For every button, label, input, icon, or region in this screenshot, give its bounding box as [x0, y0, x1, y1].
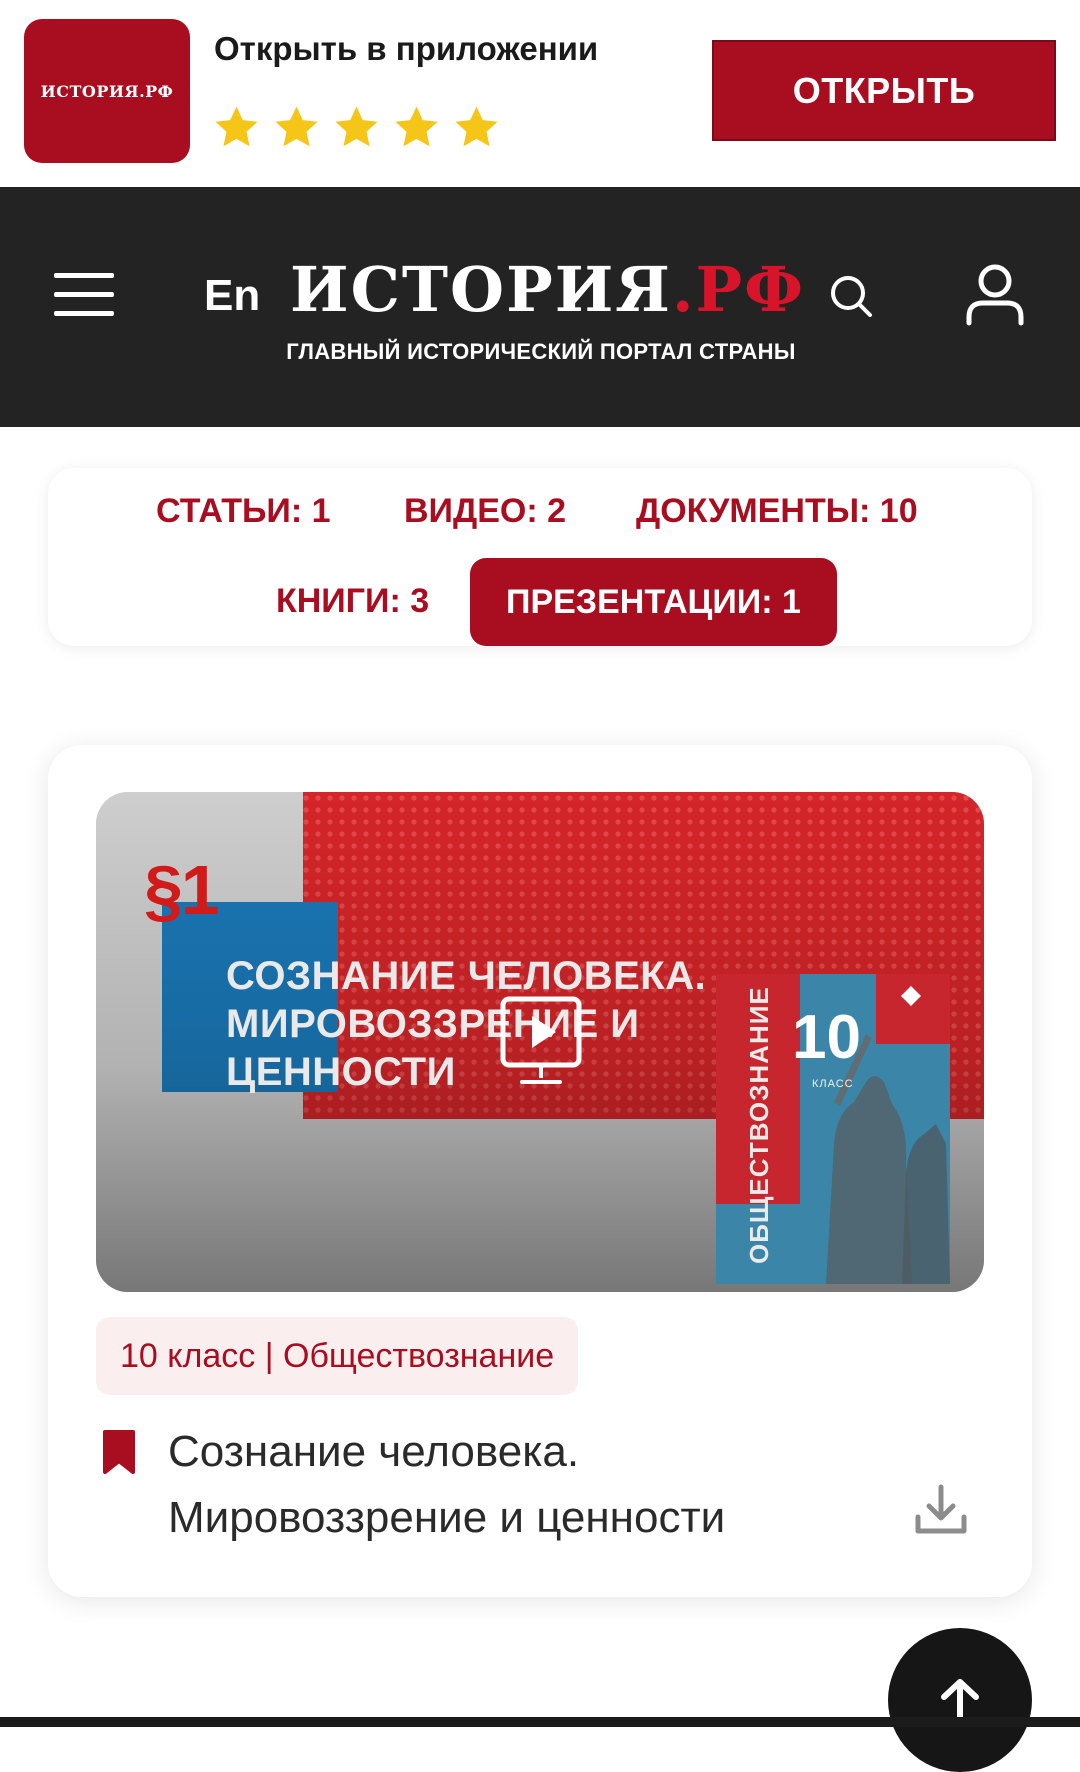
presentation-card[interactable]: §1 СОЗНАНИЕ ЧЕЛОВЕКА. МИРОВОЗЗРЕНИЕ И ЦЕ… — [48, 745, 1032, 1597]
book-title: ОБЩЕСТВОЗНАНИЕ — [744, 986, 774, 1264]
site-header: En ИСТОРИЯ.РФ ГЛАВНЫЙ ИСТОРИЧЕСКИЙ ПОРТА… — [0, 187, 1080, 427]
open-in-app-text: Открыть в приложении — [214, 30, 599, 67]
user-icon[interactable] — [964, 263, 1026, 327]
download-icon[interactable] — [914, 1483, 968, 1537]
tab-presentations[interactable]: ПРЕЗЕНТАЦИИ: 1 — [470, 558, 837, 646]
presentation-title[interactable]: Сознание человека. Мировоззрение и ценно… — [168, 1419, 808, 1551]
language-switch[interactable]: En — [204, 271, 260, 321]
book-grade: КЛАСС — [812, 1078, 854, 1090]
slide-title: СОЗНАНИЕ ЧЕЛОВЕКА. МИРОВОЗЗРЕНИЕ И ЦЕННО… — [226, 954, 707, 1094]
site-tagline: ГЛАВНЫЙ ИСТОРИЧЕСКИЙ ПОРТАЛ СТРАНЫ — [286, 339, 796, 364]
bottom-bar — [0, 1717, 1080, 1727]
menu-icon[interactable] — [54, 273, 114, 317]
presentation-thumbnail[interactable]: §1 СОЗНАНИЕ ЧЕЛОВЕКА. МИРОВОЗЗРЕНИЕ И ЦЕ… — [96, 792, 984, 1292]
tab-documents[interactable]: ДОКУМЕНТЫ: 10 — [636, 492, 918, 531]
scroll-top-button[interactable] — [888, 1628, 1032, 1772]
content-type-tabs: СТАТЬИ: 1 ВИДЕО: 2 ДОКУМЕНТЫ: 10 КНИГИ: … — [48, 468, 1032, 646]
star-icon — [215, 106, 258, 147]
arrow-up-icon — [941, 1679, 979, 1722]
site-logo[interactable]: ИСТОРИЯ.РФ — [290, 257, 803, 323]
star-icon — [455, 106, 498, 147]
logo-accent: .РФ — [671, 253, 805, 326]
star-icon — [275, 106, 318, 147]
logo-main: ИСТОРИЯ — [290, 253, 672, 326]
tab-articles[interactable]: СТАТЬИ: 1 — [156, 492, 331, 531]
rating-stars — [212, 103, 501, 152]
book-number: 10 — [792, 1003, 861, 1072]
app-logo-text: ИСТОРИЯ.РФ — [40, 81, 174, 101]
section-number: §1 — [144, 851, 220, 929]
search-icon[interactable] — [828, 273, 874, 319]
category-badge[interactable]: 10 класс | Обществознание — [96, 1317, 579, 1395]
textbook-cover: 10 КЛАСС ОБЩЕСТВОЗНАНИЕ — [716, 974, 950, 1284]
star-icon — [395, 106, 438, 147]
open-app-button[interactable]: ОТКРЫТЬ — [712, 40, 1056, 141]
presentation-play-icon[interactable] — [500, 996, 582, 1088]
tab-books[interactable]: КНИГИ: 3 — [276, 582, 429, 621]
app-logo: ИСТОРИЯ.РФ — [24, 19, 190, 163]
star-icon — [335, 106, 378, 147]
tab-video[interactable]: ВИДЕО: 2 — [404, 492, 566, 531]
bookmark-icon[interactable] — [102, 1429, 136, 1475]
app-install-banner: ИСТОРИЯ.РФ Открыть в приложении ОТКРЫТЬ — [0, 0, 1080, 187]
